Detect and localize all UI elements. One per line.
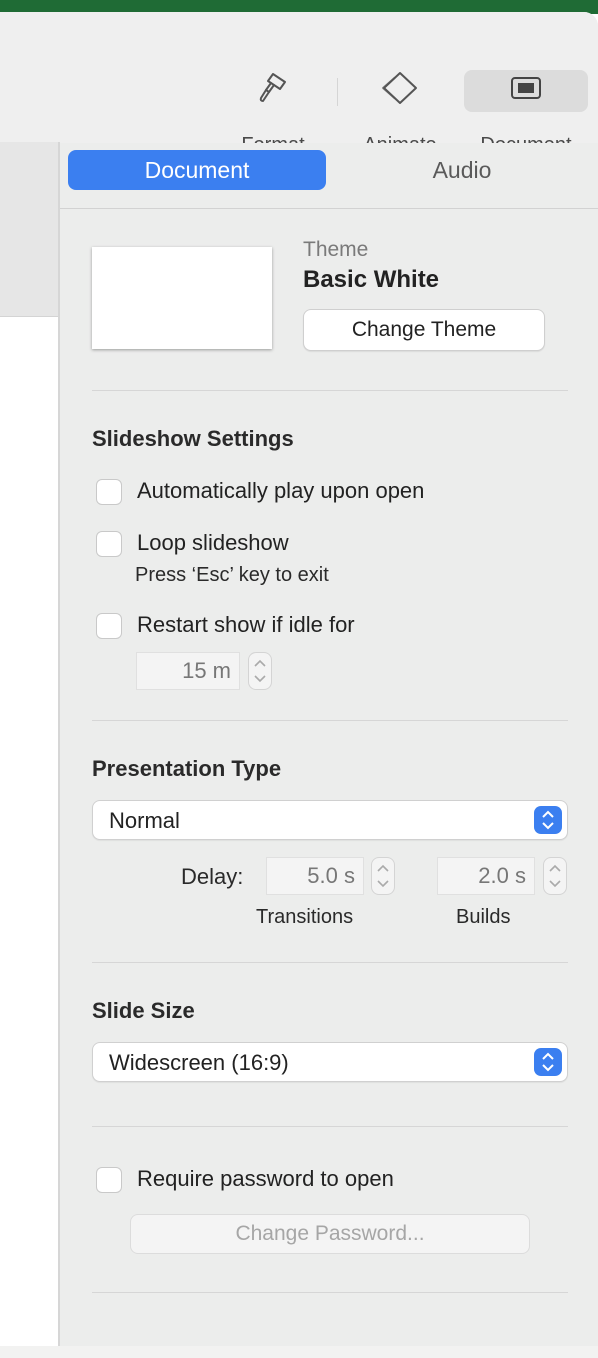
change-theme-button[interactable]: Change Theme — [303, 309, 545, 351]
toolbar: Format Animate Document — [0, 12, 598, 156]
paintbrush-icon — [232, 68, 314, 108]
slide-navigator-area — [0, 142, 58, 317]
theme-label: Theme — [303, 238, 369, 261]
divider — [92, 1292, 568, 1293]
change-password-button[interactable]: Change Password... — [130, 1214, 530, 1254]
tabs-divider — [60, 208, 598, 209]
theme-name: Basic White — [303, 266, 440, 293]
require-password-label: Require password to open — [137, 1166, 394, 1191]
tab-document[interactable]: Document — [68, 150, 326, 190]
transitions-label: Transitions — [256, 906, 354, 928]
restart-idle-label: Restart show if idle for — [137, 612, 355, 637]
require-password-checkbox[interactable] — [96, 1167, 122, 1193]
stepper-arrows-icon — [377, 864, 389, 888]
builds-stepper[interactable] — [543, 857, 567, 895]
restart-idle-checkbox[interactable] — [96, 613, 122, 639]
animate-diamond-icon — [355, 68, 445, 108]
popup-chevron-icon — [534, 1048, 562, 1076]
builds-delay-field[interactable]: 2.0 s — [437, 857, 535, 895]
autoplay-checkbox[interactable] — [96, 479, 122, 505]
divider — [92, 720, 568, 721]
stepper-arrows-icon — [549, 864, 561, 888]
loop-hint: Press ‘Esc’ key to exit — [135, 564, 329, 586]
presentation-type-heading: Presentation Type — [92, 756, 282, 781]
canvas-area — [0, 317, 58, 1346]
animate-button[interactable]: Animate — [355, 68, 445, 156]
toolbar-separator — [337, 78, 338, 106]
idle-time-field[interactable]: 15 m — [136, 652, 240, 690]
popup-chevron-icon — [534, 806, 562, 834]
transitions-delay-field[interactable]: 5.0 s — [266, 857, 364, 895]
builds-label: Builds — [456, 906, 511, 928]
loop-checkbox[interactable] — [96, 531, 122, 557]
slideshow-settings-heading: Slideshow Settings — [92, 426, 294, 451]
delay-label: Delay: — [181, 864, 244, 889]
presentation-type-popup[interactable]: Normal — [92, 800, 568, 840]
slide-size-popup[interactable]: Widescreen (16:9) — [92, 1042, 568, 1082]
divider — [92, 390, 568, 391]
idle-time-stepper[interactable] — [248, 652, 272, 690]
theme-thumbnail — [92, 247, 272, 349]
tab-audio[interactable]: Audio — [330, 150, 594, 190]
transitions-stepper[interactable] — [371, 857, 395, 895]
loop-label: Loop slideshow — [137, 530, 289, 555]
divider — [92, 1126, 568, 1127]
autoplay-label: Automatically play upon open — [137, 478, 425, 503]
slide-size-heading: Slide Size — [92, 998, 195, 1023]
document-button[interactable]: Document — [468, 68, 584, 156]
presentation-type-value: Normal — [109, 808, 180, 833]
divider — [92, 962, 568, 963]
slide-size-value: Widescreen (16:9) — [109, 1050, 289, 1075]
stepper-arrows-icon — [254, 659, 266, 683]
format-button[interactable]: Format — [232, 68, 314, 156]
document-inspector-icon — [468, 68, 584, 108]
